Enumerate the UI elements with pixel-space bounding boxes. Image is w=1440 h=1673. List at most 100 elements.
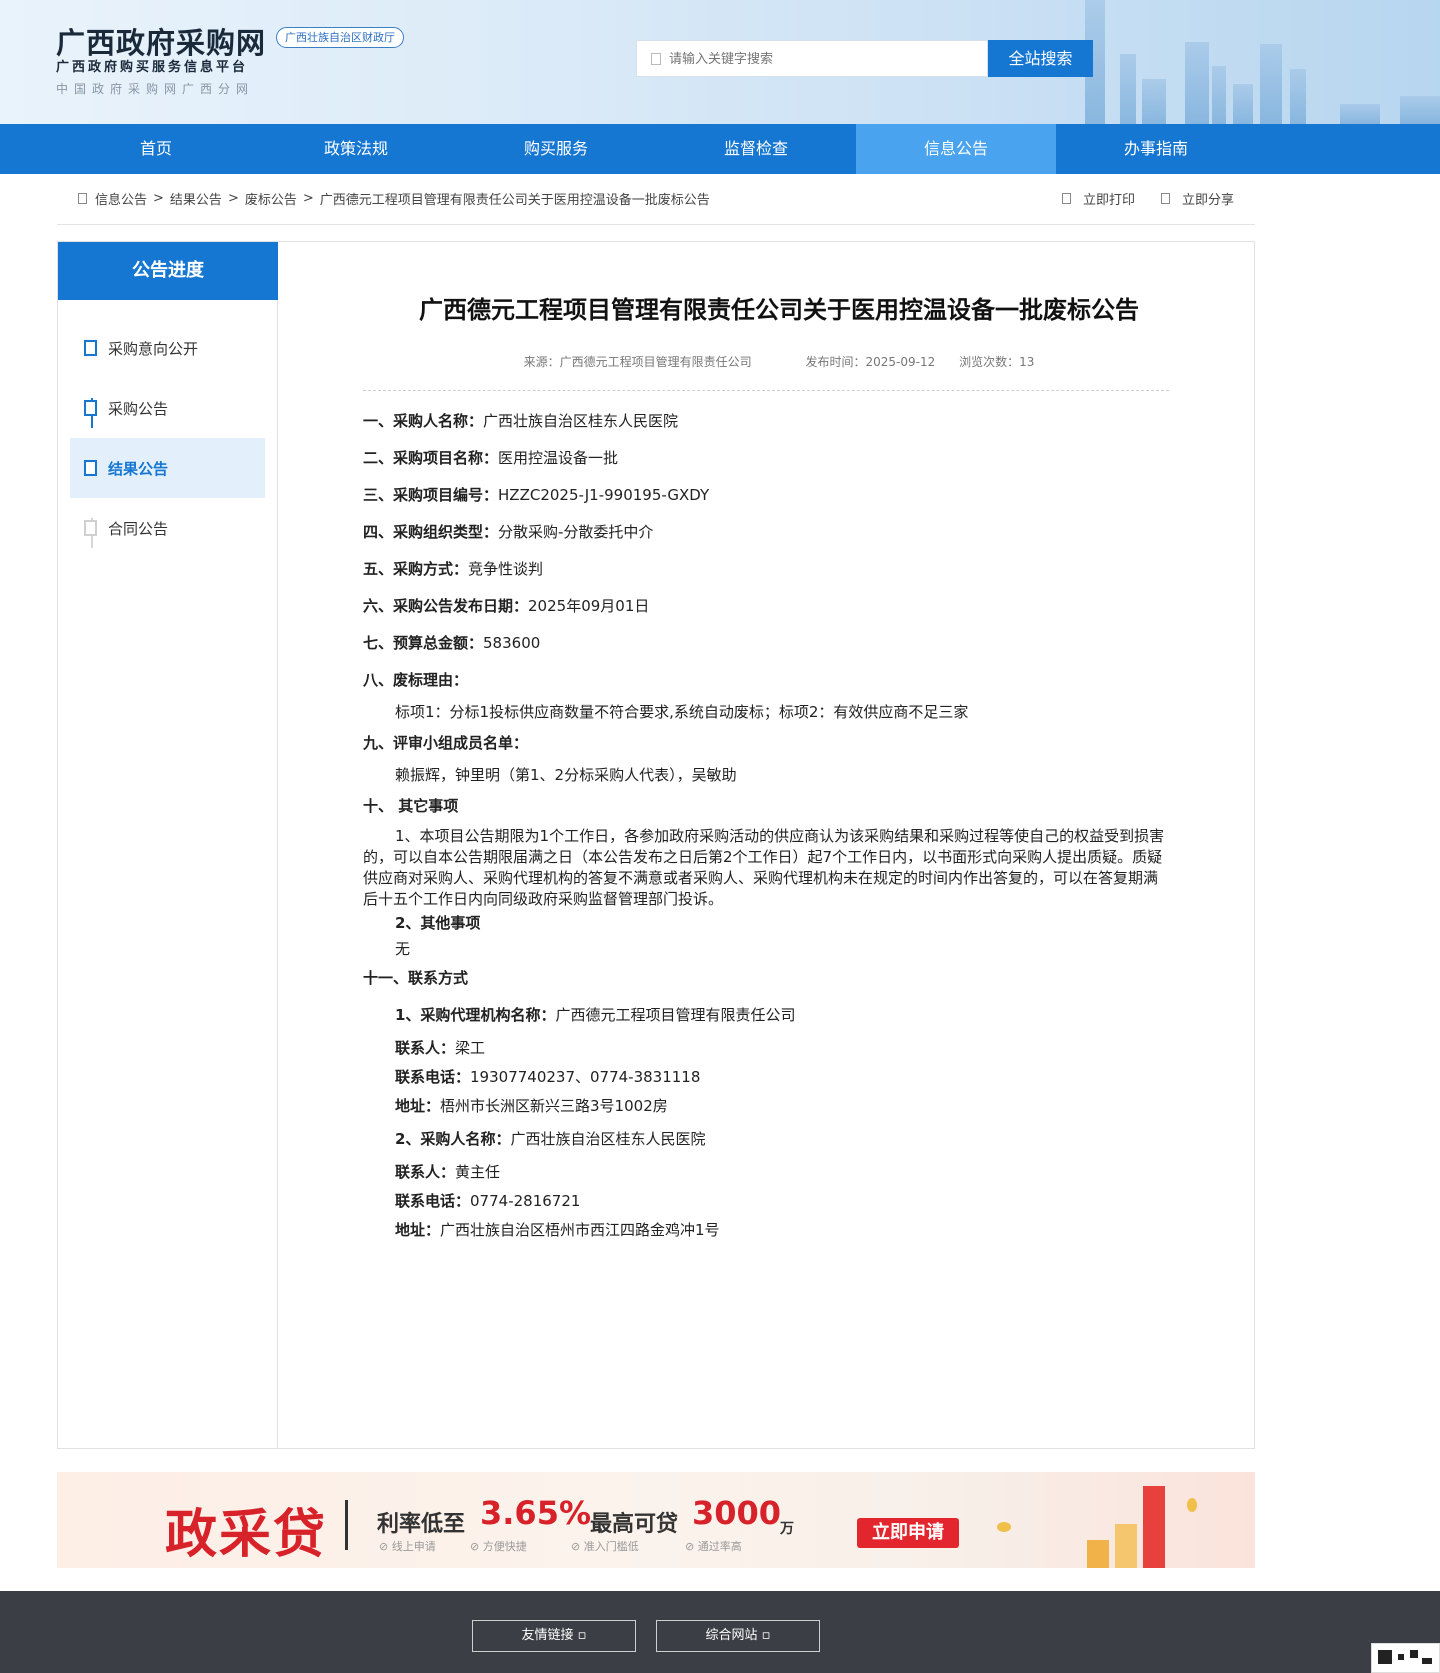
article-meta: 来源：广西德元工程项目管理有限责任公司 发布时间：2025-09-12 浏览次数… xyxy=(359,353,1199,370)
field-value: 广西壮族自治区梧州市西江四路金鸡冲1号 xyxy=(440,1221,720,1239)
step-label: 合同公告 xyxy=(108,519,169,538)
field-label: 联系电话： xyxy=(395,1192,471,1210)
main-frame: 公告进度 采购意向公开 采购公告 结果公告 合同公告 广西德元工程项目管理有限责… xyxy=(57,241,1255,1449)
field-value: 广西壮族自治区桂东人民医院 xyxy=(483,412,679,430)
search-icon xyxy=(651,52,661,65)
step-label: 结果公告 xyxy=(108,459,169,478)
nav-item-policy[interactable]: 政策法规 xyxy=(256,124,456,174)
banner-loan-value: 3000 xyxy=(692,1494,782,1532)
field-label: 九、评审小组成员名单： xyxy=(363,734,529,752)
skyline-building xyxy=(1340,104,1380,124)
apply-button[interactable]: 立即申请 xyxy=(857,1518,959,1548)
nav-item-home[interactable]: 首页 xyxy=(56,124,256,174)
progress-step-contract[interactable]: 合同公告 xyxy=(58,498,277,558)
section-buyer: 一、采购人名称：广西壮族自治区桂东人民医院 xyxy=(363,410,678,431)
agency-phone: 联系电话：19307740237、0774-3831118 xyxy=(395,1066,700,1087)
section-org-type: 四、采购组织类型：分散采购-分散委托中介 xyxy=(363,521,653,542)
field-value: 583600 xyxy=(483,634,541,652)
buyer-contact: 联系人：黄主任 xyxy=(395,1161,500,1182)
other-paragraph: 1、本项目公告期限为1个工作日，各参加政府采购活动的供应商认为该采购结果和采购过… xyxy=(363,827,1165,908)
field-label: 七、预算总金额： xyxy=(363,634,484,652)
progress-step-intent[interactable]: 采购意向公开 xyxy=(58,318,277,378)
skyline-building xyxy=(1185,42,1209,124)
reason-text: 标项1：分标1投标供应商数量不符合要求,系统自动废标；标项2：有效供应商不足三家 xyxy=(395,703,969,721)
skyline-building xyxy=(1290,69,1306,124)
portal-sites-button[interactable]: 综合网站 ▫ xyxy=(656,1620,820,1652)
chart-illustration-icon xyxy=(1087,1540,1109,1568)
section-budget: 七、预算总金额：583600 xyxy=(363,632,540,653)
step-checkbox-icon xyxy=(84,520,97,536)
step-checkbox-icon xyxy=(84,340,97,356)
sidebar-title: 公告进度 xyxy=(58,242,278,300)
field-label: 1、采购代理机构名称： xyxy=(395,1006,556,1024)
skyline-building xyxy=(1260,44,1282,124)
chart-illustration-icon xyxy=(1143,1486,1165,1568)
skyline-building xyxy=(1400,96,1440,124)
field-value: 竞争性谈判 xyxy=(468,560,544,578)
step-checkbox-icon xyxy=(84,460,97,476)
agency-name: 1、采购代理机构名称：广西德元工程项目管理有限责任公司 xyxy=(395,1004,795,1025)
field-value: 广西壮族自治区桂东人民医院 xyxy=(510,1130,706,1148)
banner-feature: ⊘ 方便快捷 xyxy=(470,1540,527,1553)
nav-item-supervision[interactable]: 监督检查 xyxy=(656,124,856,174)
breadcrumb-item[interactable]: 废标公告 xyxy=(245,189,297,208)
article-source: 来源：广西德元工程项目管理有限责任公司 xyxy=(523,355,752,369)
banner-title: 政采贷 xyxy=(165,1504,328,1565)
article-title: 广西德元工程项目管理有限责任公司关于医用控温设备一批废标公告 xyxy=(419,296,1139,324)
article-publish-time: 发布时间：2025-09-12 xyxy=(805,355,936,369)
field-label: 五、采购方式： xyxy=(363,560,469,578)
section-other: 十、 其它事项 xyxy=(363,795,458,816)
banner-feature: ⊘ 通过率高 xyxy=(685,1540,742,1553)
site-logo-badge: 广西壮族自治区财政厅 xyxy=(276,27,404,48)
chart-illustration-icon xyxy=(1115,1524,1137,1568)
banner-feature: ⊘ 线上申请 xyxy=(379,1540,436,1553)
section-publish-date: 六、采购公告发布日期：2025年09月01日 xyxy=(363,595,649,616)
agency-contact: 联系人：梁工 xyxy=(395,1037,485,1058)
nav-item-guide[interactable]: 办事指南 xyxy=(1056,124,1256,174)
coin-icon xyxy=(997,1522,1011,1532)
site-header: 广西政府采购网 广西壮族自治区财政厅 广西政府购买服务信息平台 中国政府采购网广… xyxy=(0,0,1440,124)
print-button[interactable]: 立即打印 xyxy=(1061,189,1135,208)
section-project-name: 二、采购项目名称：医用控温设备一批 xyxy=(363,447,618,468)
skyline-building xyxy=(1142,79,1166,124)
skyline-building xyxy=(1212,66,1226,124)
loan-ad-banner[interactable]: 政采贷 利率低至 3.65% 最高可贷 3000 万 ⊘ 线上申请 ⊘ 方便快捷… xyxy=(57,1472,1255,1568)
skyline-building xyxy=(1120,54,1136,124)
breadcrumb-item[interactable]: 信息公告 xyxy=(95,189,147,208)
friendly-links-button[interactable]: 友情链接 ▫ xyxy=(472,1620,636,1652)
nav-item-services[interactable]: 购买服务 xyxy=(456,124,656,174)
progress-step-result[interactable]: 结果公告 xyxy=(70,438,265,498)
banner-divider xyxy=(345,1500,348,1550)
field-label: 二、采购项目名称： xyxy=(363,449,499,467)
nav-item-announcements[interactable]: 信息公告 xyxy=(856,124,1056,174)
field-value: 梧州市长洲区新兴三路3号1002房 xyxy=(440,1097,668,1115)
field-label: 地址： xyxy=(395,1097,441,1115)
main-nav: 首页 政策法规 购买服务 监督检查 信息公告 办事指南 xyxy=(0,124,1440,174)
site-subtitle: 广西政府购买服务信息平台 xyxy=(56,60,249,75)
article-views: 浏览次数：13 xyxy=(959,355,1035,369)
banner-loan-unit: 万 xyxy=(780,1521,794,1537)
field-value: 黄主任 xyxy=(455,1163,501,1181)
field-value: 2025年09月01日 xyxy=(528,597,650,615)
field-value: 梁工 xyxy=(455,1039,486,1057)
breadcrumb-separator: > xyxy=(302,191,314,206)
share-button[interactable]: 立即分享 xyxy=(1160,189,1234,208)
skyline-building xyxy=(1233,84,1253,124)
buyer-phone: 联系电话：0774-2816721 xyxy=(395,1190,580,1211)
page-tools: 立即打印 立即分享 xyxy=(1036,189,1234,208)
share-icon xyxy=(1160,193,1170,204)
progress-steps: 采购意向公开 采购公告 结果公告 合同公告 xyxy=(58,300,277,558)
breadcrumb-item[interactable]: 结果公告 xyxy=(170,189,222,208)
home-icon xyxy=(78,193,87,204)
banner-loan-label: 最高可贷 xyxy=(590,1512,679,1537)
search-button[interactable]: 全站搜索 xyxy=(988,40,1093,77)
progress-sidebar: 公告进度 采购意向公开 采购公告 结果公告 合同公告 xyxy=(58,242,278,1448)
search-input[interactable] xyxy=(669,51,969,66)
qr-code-icon xyxy=(1371,1643,1440,1673)
field-label: 十、 其它事项 xyxy=(363,797,459,815)
step-checkbox-icon xyxy=(84,400,97,416)
progress-step-procurement[interactable]: 采购公告 xyxy=(58,378,277,438)
field-value: 19307740237、0774-3831118 xyxy=(470,1068,701,1086)
field-label: 2、其他事项 xyxy=(395,914,481,932)
field-label: 三、采购项目编号： xyxy=(363,486,499,504)
